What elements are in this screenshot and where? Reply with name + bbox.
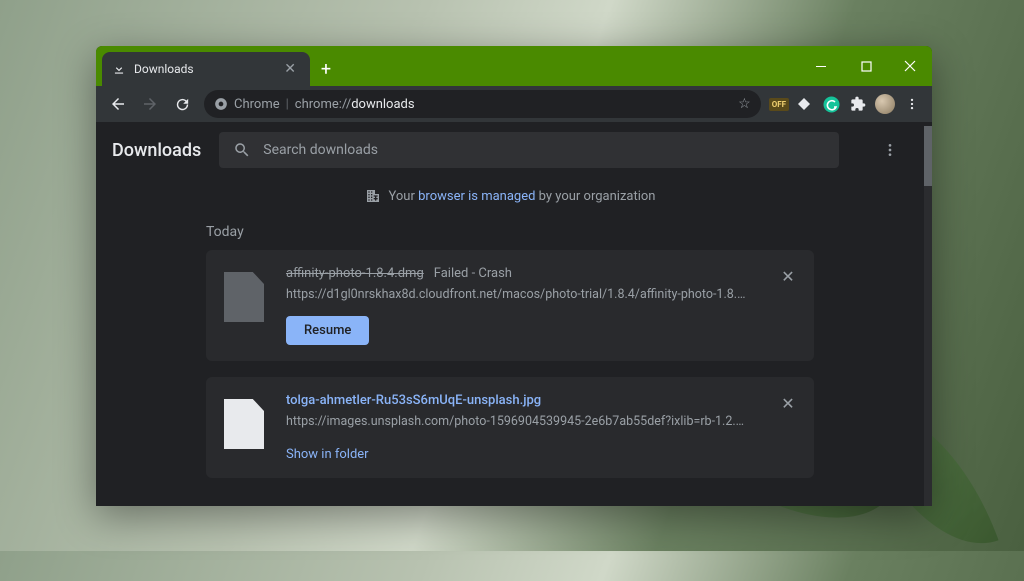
extensions-puzzle-icon[interactable] (846, 92, 870, 116)
maximize-button[interactable] (844, 46, 888, 86)
page-toolbar: Downloads Search downloads (96, 122, 924, 178)
managed-text: Your browser is managed by your organiza… (389, 189, 656, 204)
address-bar: Chrome | chrome://downloads ☆ OFF (96, 86, 932, 122)
reload-button[interactable] (168, 90, 196, 118)
page-more-button[interactable] (872, 132, 908, 168)
chip-label: Chrome (234, 97, 280, 112)
extension-grammarly-icon[interactable] (819, 92, 843, 116)
titlebar: Downloads ✕ + (96, 46, 932, 86)
tab-title: Downloads (134, 62, 272, 76)
remove-download-button[interactable]: ✕ (776, 264, 800, 288)
profile-avatar[interactable] (873, 92, 897, 116)
chrome-window: Downloads ✕ + Chrome | chrome://download… (96, 46, 932, 506)
window-controls (800, 46, 932, 86)
download-item: tolga-ahmetler-Ru53sS6mUqE-unsplash.jpg … (206, 377, 814, 478)
extension-off-badge[interactable]: OFF (769, 98, 789, 111)
download-source-url: https://images.unsplash.com/photo-159690… (286, 414, 746, 429)
download-status: Failed - Crash (434, 266, 512, 281)
show-in-folder-link[interactable]: Show in folder (286, 447, 369, 462)
tab-close-button[interactable]: ✕ (280, 60, 300, 78)
remove-download-button[interactable]: ✕ (776, 391, 800, 415)
bookmark-star-icon[interactable]: ☆ (738, 96, 751, 112)
managed-link[interactable]: browser is managed (418, 189, 535, 204)
file-icon (224, 272, 264, 322)
scrollbar-track[interactable] (924, 126, 932, 506)
downloads-page: Downloads Search downloads Your browser … (96, 122, 924, 506)
browser-tab[interactable]: Downloads ✕ (102, 52, 310, 86)
chrome-menu-button[interactable] (900, 92, 924, 116)
managed-banner: Your browser is managed by your organiza… (96, 178, 924, 210)
window-close-button[interactable] (888, 46, 932, 86)
search-icon (233, 141, 251, 159)
page-title: Downloads (112, 140, 201, 161)
chrome-chip: Chrome (214, 97, 280, 112)
building-icon (365, 188, 381, 204)
scrollbar-thumb[interactable] (924, 126, 932, 186)
extension-tag-icon[interactable] (792, 92, 816, 116)
download-filename[interactable]: tolga-ahmetler-Ru53sS6mUqE-unsplash.jpg (286, 393, 541, 408)
download-filename[interactable]: affinity-photo-1.8.4.dmg (286, 266, 424, 281)
forward-button[interactable] (136, 90, 164, 118)
back-button[interactable] (104, 90, 132, 118)
url-display: chrome://downloads (295, 97, 415, 112)
download-source-url: https://d1gl0nrskhax8d.cloudfront.net/ma… (286, 287, 746, 302)
extensions-row: OFF (769, 92, 924, 116)
date-header: Today (206, 210, 814, 250)
new-tab-button[interactable]: + (312, 55, 340, 83)
chip-separator: | (286, 97, 289, 112)
search-downloads-input[interactable]: Search downloads (219, 132, 839, 168)
search-placeholder: Search downloads (263, 142, 378, 158)
minimize-button[interactable] (800, 46, 844, 86)
file-icon (224, 399, 264, 449)
resume-button[interactable]: Resume (286, 316, 369, 345)
download-item: affinity-photo-1.8.4.dmg Failed - Crash … (206, 250, 814, 361)
download-icon (112, 62, 126, 76)
downloads-list: Today affinity-photo-1.8.4.dmg Failed - … (96, 210, 924, 478)
omnibox[interactable]: Chrome | chrome://downloads ☆ (204, 90, 761, 118)
